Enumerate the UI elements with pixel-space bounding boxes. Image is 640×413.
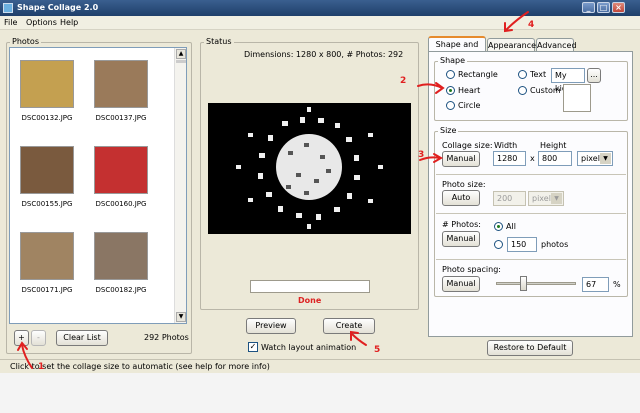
shape-heart-radio[interactable] [446, 86, 455, 95]
spacing-label: Photo spacing: [442, 265, 501, 274]
num-photos-input[interactable]: 150 [507, 237, 537, 252]
menu-help[interactable]: Help [60, 18, 78, 27]
photo-size-label: Photo size: [442, 180, 486, 189]
annotation-label: 4 [528, 20, 535, 30]
shape-text-label: Text [530, 70, 547, 79]
create-button[interactable]: Create [323, 318, 375, 334]
height-input[interactable]: 800 [538, 151, 572, 166]
window-title: Shape Collage 2.0 [17, 3, 99, 12]
annotation-label: 2 [400, 76, 407, 86]
num-photos-all-label: All [506, 222, 516, 231]
collage-preview [208, 103, 411, 234]
height-label: Height [540, 141, 567, 150]
shape-heart-label: Heart [458, 86, 481, 95]
spacing-value: 67 [586, 280, 597, 289]
photo-count: 292 Photos [144, 333, 189, 342]
shape-custom-label: Custom [530, 86, 561, 95]
status-group-label: Status [204, 37, 234, 46]
status-bar-text: Click to set the collage size to automat… [10, 362, 270, 371]
photo-list-scrollbar[interactable]: ▲ ▼ [174, 48, 186, 323]
annotation-label: 5 [374, 345, 381, 355]
chevron-down-icon: ▼ [551, 193, 562, 204]
shape-custom-radio[interactable] [518, 86, 527, 95]
size-group-label: Size [438, 126, 459, 135]
menu-options[interactable]: Options [26, 18, 57, 27]
spacing-slider-track[interactable] [496, 282, 576, 285]
minimize-icon[interactable]: _ [582, 2, 595, 13]
photo-caption: DSC00171.JPG [21, 286, 73, 294]
photo-caption: DSC00155.JPG [21, 200, 73, 208]
spacing-percent-label: % [613, 280, 621, 289]
collage-preview-image [236, 107, 383, 229]
photo-caption: DSC00160.JPG [95, 200, 147, 208]
photo-list[interactable]: DSC00132.JPG DSC00137.JPG DSC00155.JPG D… [9, 47, 187, 324]
divider [436, 259, 626, 260]
watch-animation-label: Watch layout animation [261, 343, 357, 352]
size-unit-select[interactable]: pixels ▼ [577, 151, 613, 166]
close-icon[interactable]: × [612, 2, 625, 13]
title-bar: Shape Collage 2.0 _ □ × [0, 0, 640, 16]
add-photos-button[interactable]: + [14, 330, 29, 346]
photo-caption: DSC00132.JPG [21, 114, 73, 122]
scroll-thumb[interactable] [176, 60, 186, 63]
watch-animation-checkbox[interactable]: ✓ [248, 342, 258, 352]
photo-thumbnail[interactable] [20, 232, 74, 280]
size-x-label: x [530, 154, 535, 163]
photo-thumbnail[interactable] [94, 232, 148, 280]
shape-rectangle-label: Rectangle [458, 70, 498, 79]
custom-shape-preview[interactable] [563, 84, 591, 112]
photo-caption: DSC00182.JPG [95, 286, 147, 294]
clear-list-button[interactable]: Clear List [56, 330, 108, 346]
shape-text-input[interactable]: My kids [551, 68, 585, 93]
status-bar: Click to set the collage size to automat… [0, 359, 640, 373]
spacing-slider-thumb[interactable] [520, 276, 527, 291]
shape-circle-label: Circle [458, 101, 481, 110]
chevron-down-icon: ▼ [600, 153, 611, 164]
width-label: Width [494, 141, 518, 150]
scroll-down-icon[interactable]: ▼ [176, 312, 186, 322]
photo-thumbnail[interactable] [94, 146, 148, 194]
shape-group-label: Shape [438, 56, 468, 65]
photo-size-auto-button[interactable]: Auto [442, 190, 480, 206]
collage-size-label: Collage size: [442, 141, 493, 150]
shape-text-browse-button[interactable]: ... [587, 68, 601, 83]
num-photos-label: # Photos: [442, 220, 481, 229]
photo-thumbnail[interactable] [94, 60, 148, 108]
status-info: Dimensions: 1280 x 800, # Photos: 292 [244, 50, 404, 59]
photos-group-label: Photos [10, 37, 41, 46]
app-icon [3, 3, 13, 13]
scroll-up-icon[interactable]: ▲ [176, 49, 186, 59]
spacing-value-input[interactable]: 67 [582, 277, 609, 292]
spacing-manual-button[interactable]: Manual [442, 276, 480, 292]
num-photos-all-radio[interactable] [494, 222, 503, 231]
progress-bar [250, 280, 370, 293]
num-photos-manual-button[interactable]: Manual [442, 231, 480, 247]
photo-thumbnail[interactable] [20, 60, 74, 108]
collage-size-manual-button[interactable]: Manual [442, 151, 480, 167]
maximize-icon[interactable]: □ [597, 2, 610, 13]
restore-defaults-button[interactable]: Restore to Default [487, 340, 573, 356]
photo-size-input[interactable]: 200 [493, 191, 526, 206]
remove-photos-button[interactable]: - [31, 330, 46, 346]
annotation-label: 3 [418, 150, 425, 160]
menu-file[interactable]: File [4, 18, 17, 27]
annotation-label: 1 [38, 362, 45, 372]
width-input[interactable]: 1280 [493, 151, 526, 166]
num-photos-custom-radio[interactable] [494, 240, 503, 249]
num-photos-unit: photos [541, 240, 569, 249]
divider [436, 174, 626, 175]
photo-thumbnail[interactable] [20, 146, 74, 194]
shape-circle-radio[interactable] [446, 101, 455, 110]
desktop-background [0, 373, 640, 413]
divider [436, 213, 626, 214]
shape-rectangle-radio[interactable] [446, 70, 455, 79]
status-done: Done [298, 296, 322, 305]
menu-bar: File Options Help [0, 16, 640, 30]
photo-caption: DSC00137.JPG [95, 114, 147, 122]
preview-button[interactable]: Preview [246, 318, 296, 334]
photo-size-unit-select[interactable]: pixels ▼ [528, 191, 564, 206]
shape-text-radio[interactable] [518, 70, 527, 79]
